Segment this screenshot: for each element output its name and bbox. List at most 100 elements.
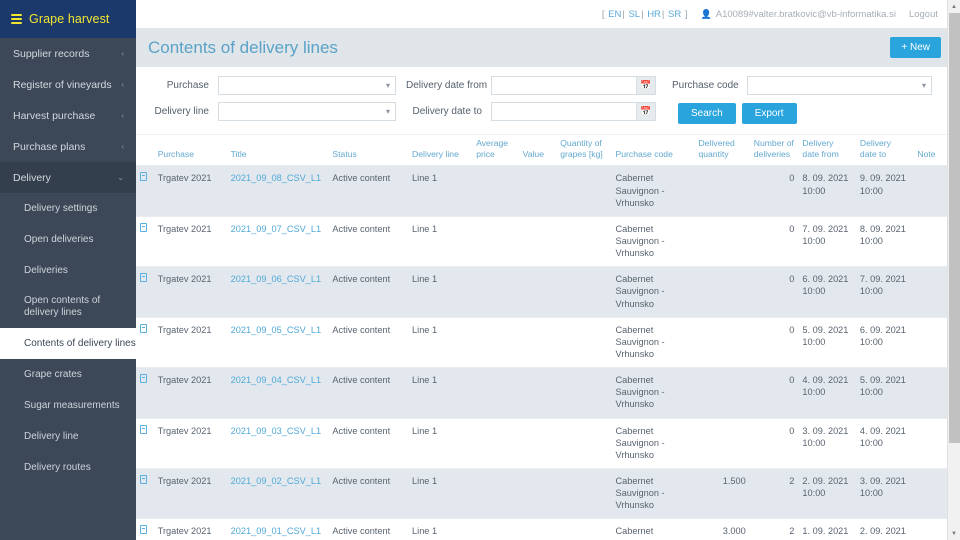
- row-select-cell[interactable]: [136, 418, 154, 470]
- col-value[interactable]: Value: [518, 135, 557, 167]
- document-icon[interactable]: [140, 323, 147, 333]
- table-row[interactable]: Trgatev 2021 2021_09_02_CSV_L1 Active cont…: [136, 468, 960, 520]
- cell-purchase: Trgatev 2021: [153, 468, 227, 520]
- row-select-cell[interactable]: [136, 367, 154, 419]
- table-row[interactable]: Trgatev 2021 2021_09_01_CSV_L1 Active cont…: [136, 518, 960, 540]
- row-select-cell[interactable]: [136, 266, 154, 318]
- cell-purchase-code: Cabernet Sauvignon - Vrhunsko: [611, 216, 695, 268]
- document-icon[interactable]: [140, 374, 147, 384]
- title-link[interactable]: 2021_09_02_CSV_L1: [231, 476, 321, 486]
- sidebar-item-deliveries[interactable]: Deliveries: [0, 255, 136, 286]
- sidebar-item-sugar-measurements[interactable]: Sugar measurements: [0, 390, 136, 421]
- cell-delivery-date-to: 8. 09. 2021 10:00: [855, 216, 914, 268]
- lang-link-sl[interactable]: SL: [627, 9, 641, 20]
- cell-title[interactable]: 2021_09_02_CSV_L1: [226, 468, 329, 520]
- title-link[interactable]: 2021_09_01_CSV_L1: [231, 526, 321, 536]
- title-link[interactable]: 2021_09_03_CSV_L1: [231, 426, 321, 436]
- delivery-date-to-field[interactable]: 📅: [491, 102, 656, 121]
- table-row[interactable]: Trgatev 2021 2021_09_07_CSV_L1 Active cont…: [136, 216, 960, 268]
- delivery-line-select[interactable]: ▾: [218, 102, 396, 121]
- col-delivery-date-to[interactable]: Delivery date to: [855, 135, 914, 167]
- sidebar-item-supplier-records[interactable]: Supplier records ‹: [0, 38, 136, 69]
- delivery-date-to-input[interactable]: [492, 103, 636, 120]
- sidebar-item-delivery[interactable]: Delivery ⌄: [0, 162, 136, 193]
- title-link[interactable]: 2021_09_05_CSV_L1: [231, 325, 321, 335]
- cell-delivery-line: Line 1: [408, 317, 473, 369]
- sidebar-item-delivery-line[interactable]: Delivery line: [0, 421, 136, 452]
- calendar-icon[interactable]: 📅: [636, 77, 655, 94]
- lang-link-hr[interactable]: HR: [646, 9, 662, 20]
- table-row[interactable]: Trgatev 2021 2021_09_05_CSV_L1 Active cont…: [136, 317, 960, 369]
- cell-title[interactable]: 2021_09_08_CSV_L1: [226, 165, 329, 217]
- row-select-cell[interactable]: [136, 317, 154, 369]
- sidebar-item-contents-of-delivery-lines[interactable]: Contents of delivery lines: [0, 328, 136, 359]
- col-delivery-line[interactable]: Delivery line: [408, 135, 473, 167]
- col-delivery-date-from[interactable]: Delivery date from: [798, 135, 856, 167]
- cell-quantity-of-grapes: [556, 418, 612, 470]
- cell-title[interactable]: 2021_09_04_CSV_L1: [226, 367, 329, 419]
- row-select-cell[interactable]: [136, 518, 154, 540]
- logout-link[interactable]: Logout: [909, 9, 938, 20]
- col-delivered-quantity[interactable]: Delivered quantity: [694, 135, 750, 167]
- sidebar-item-open-deliveries[interactable]: Open deliveries: [0, 224, 136, 255]
- lang-link-sr[interactable]: SR: [667, 9, 682, 20]
- purchase-select[interactable]: ▾: [218, 76, 396, 95]
- sidebar-item-grape-crates[interactable]: Grape crates: [0, 359, 136, 390]
- cell-title[interactable]: 2021_09_03_CSV_L1: [226, 418, 329, 470]
- table-row[interactable]: Trgatev 2021 2021_09_04_CSV_L1 Active cont…: [136, 367, 960, 419]
- scrollbar-thumb[interactable]: [949, 13, 960, 443]
- table-row[interactable]: Trgatev 2021 2021_09_06_CSV_L1 Active cont…: [136, 266, 960, 318]
- title-link[interactable]: 2021_09_04_CSV_L1: [231, 375, 321, 385]
- col-title[interactable]: Title: [226, 135, 329, 167]
- document-icon[interactable]: [140, 273, 147, 283]
- row-select-cell[interactable]: [136, 216, 154, 268]
- calendar-icon[interactable]: 📅: [636, 103, 655, 120]
- col-purchase[interactable]: Purchase: [153, 135, 227, 167]
- lang-link-en[interactable]: EN: [607, 9, 622, 20]
- hamburger-icon[interactable]: [11, 14, 22, 24]
- scroll-down-icon[interactable]: ▼: [948, 527, 960, 540]
- delivery-date-from-input[interactable]: [492, 77, 636, 94]
- sidebar-item-delivery-settings[interactable]: Delivery settings: [0, 193, 136, 224]
- col-purchase-code[interactable]: Purchase code: [611, 135, 695, 167]
- cell-quantity-of-grapes: [556, 367, 612, 419]
- col-number-of-deliveries[interactable]: Number of deliveries: [749, 135, 799, 167]
- document-icon[interactable]: [140, 172, 147, 182]
- cell-title[interactable]: 2021_09_07_CSV_L1: [226, 216, 329, 268]
- table-row[interactable]: Trgatev 2021 2021_09_08_CSV_L1 Active cont…: [136, 165, 960, 217]
- scroll-up-icon[interactable]: ▲: [948, 0, 960, 13]
- document-icon[interactable]: [140, 222, 147, 232]
- row-select-cell[interactable]: [136, 165, 154, 217]
- cell-title[interactable]: 2021_09_06_CSV_L1: [226, 266, 329, 318]
- new-button[interactable]: + New: [890, 37, 941, 58]
- col-status[interactable]: Status: [328, 135, 409, 167]
- sidebar-item-register-of-vineyards[interactable]: Register of vineyards ‹: [0, 69, 136, 100]
- title-link[interactable]: 2021_09_08_CSV_L1: [231, 173, 321, 183]
- sidebar-item-purchase-plans[interactable]: Purchase plans ‹: [0, 131, 136, 162]
- sidebar-item-harvest-purchase[interactable]: Harvest purchase ‹: [0, 100, 136, 131]
- row-select-cell[interactable]: [136, 468, 154, 520]
- cell-title[interactable]: 2021_09_01_CSV_L1: [226, 518, 329, 540]
- document-icon[interactable]: [140, 424, 147, 434]
- cell-title[interactable]: 2021_09_05_CSV_L1: [226, 317, 329, 369]
- sidebar-item-delivery-routes[interactable]: Delivery routes: [0, 452, 136, 483]
- col-average-price[interactable]: Average price: [472, 135, 519, 167]
- brand-header[interactable]: Grape harvest: [0, 0, 136, 38]
- cell-delivered-quantity: [694, 418, 750, 470]
- delivery-date-from-field[interactable]: 📅: [491, 76, 656, 95]
- sidebar-item-partial[interactable]: [0, 483, 136, 503]
- search-button[interactable]: Search: [678, 103, 736, 124]
- cell-delivered-quantity: 3.000: [694, 518, 750, 540]
- document-icon[interactable]: [140, 525, 147, 535]
- document-icon[interactable]: [140, 475, 147, 484]
- cell-number-of-deliveries: 0: [749, 367, 799, 419]
- sidebar-item-open-contents-of-delivery-lines[interactable]: Open contents of delivery lines: [0, 286, 136, 328]
- table-row[interactable]: Trgatev 2021 2021_09_03_CSV_L1 Active cont…: [136, 418, 960, 470]
- title-link[interactable]: 2021_09_07_CSV_L1: [231, 224, 321, 234]
- vertical-scrollbar[interactable]: ▲ ▼: [947, 0, 960, 540]
- purchase-code-select[interactable]: ▾: [747, 76, 932, 95]
- export-button[interactable]: Export: [741, 103, 797, 124]
- col-quantity-of-grapes[interactable]: Quantity of grapes [kg]: [556, 135, 612, 167]
- chevron-left-icon: ‹: [121, 79, 124, 89]
- title-link[interactable]: 2021_09_06_CSV_L1: [231, 274, 321, 284]
